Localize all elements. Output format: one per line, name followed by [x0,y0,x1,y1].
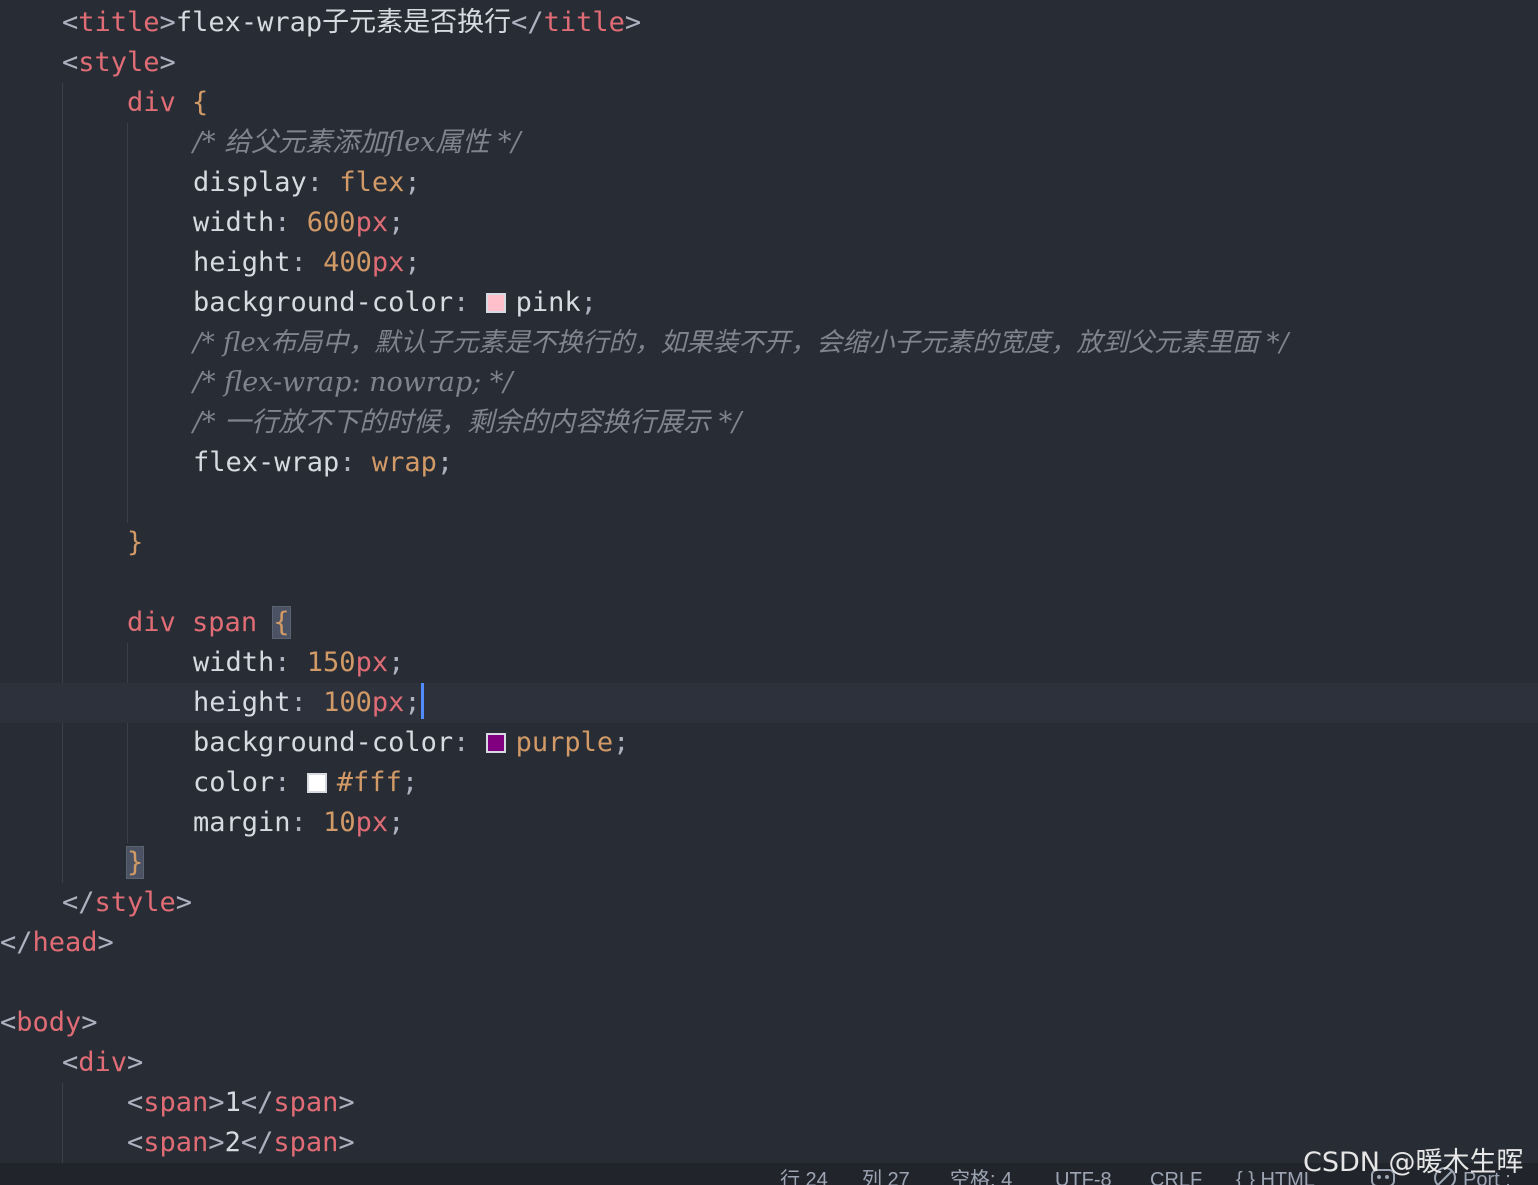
code-line[interactable]: background-color: purple; [0,723,1538,763]
css-unit: px [371,247,405,278]
css-selector: span [192,607,258,638]
code-line[interactable]: div span { [0,603,1538,643]
close-brace: } [127,527,144,558]
tag-name: title [78,7,160,38]
css-number: 10 [323,807,356,838]
code-line[interactable]: <div> [0,1043,1538,1083]
tag-name: span [273,1127,339,1158]
tag-name: head [32,927,98,958]
css-number: 100 [323,687,372,718]
css-unit: px [355,207,389,238]
tag-name: body [16,1007,82,1038]
code-line[interactable]: width: 600px; [0,203,1538,243]
code-line[interactable]: div { [0,83,1538,123]
css-value: pink [515,287,581,318]
code-line[interactable]: /* flex-wrap: nowrap; */ [0,363,1538,403]
tag-name: style [78,47,160,78]
css-number: 400 [323,247,372,278]
css-property: width [193,207,275,238]
code-line[interactable]: /* 给父元素添加flex属性 */ [0,123,1538,163]
status-column-number[interactable]: 列 27 [862,1163,910,1185]
css-selector: div [127,87,176,118]
css-unit: px [355,807,389,838]
tag-name: div [78,1047,128,1078]
tag-name: span [273,1087,339,1118]
tag-name: title [543,7,625,38]
code-editor[interactable]: <title>flex-wrap子元素是否换行</title> <style> … [0,0,1538,1163]
css-unit: px [355,647,389,678]
code-line[interactable]: width: 150px; [0,643,1538,683]
css-property: display [193,167,307,198]
code-comment: /* flex布局中，默认子元素是不换行的，如果装不开，会缩小子元素的宽度，放到… [193,328,1289,358]
css-property: background-color [193,727,454,758]
code-line[interactable]: margin: 10px; [0,803,1538,843]
tag-name: style [94,887,176,918]
css-number: 600 [306,207,356,238]
css-value: #fff [336,767,402,798]
code-line[interactable]: flex-wrap: wrap; [0,443,1538,483]
code-line[interactable]: } [0,843,1538,883]
code-line[interactable]: display: flex; [0,163,1538,203]
css-value: wrap [371,447,437,478]
open-brace-matched: { [272,606,291,639]
code-comment: /* flex-wrap: nowrap; */ [193,367,513,398]
css-property: background-color [193,287,454,318]
open-brace: { [192,87,209,118]
code-line[interactable]: /* flex布局中，默认子元素是不换行的，如果装不开，会缩小子元素的宽度，放到… [0,323,1538,363]
code-line[interactable]: background-color: pink; [0,283,1538,323]
css-property: color [193,767,275,798]
color-swatch-white[interactable] [306,773,327,793]
status-indent-spaces[interactable]: 空格: 4 [950,1163,1012,1185]
css-property: height [193,247,291,278]
code-line[interactable]: <span>1</span> [0,1083,1538,1123]
css-value: flex [339,167,405,198]
status-eol[interactable]: CRLF [1150,1163,1202,1185]
code-line[interactable]: <body> [0,1003,1538,1043]
css-property: height [193,687,291,718]
code-line[interactable]: height: 400px; [0,243,1538,283]
code-line-active[interactable]: height: 100px; [0,683,1538,723]
color-swatch-purple[interactable] [485,733,506,753]
code-line[interactable]: /* 一行放不下的时候，剩余的内容换行展示 */ [0,403,1538,443]
code-line[interactable]: <style> [0,43,1538,83]
css-unit: px [371,687,405,718]
code-comment: /* 一行放不下的时候，剩余的内容换行展示 */ [193,407,742,438]
css-number: 150 [306,647,356,678]
span-text: 1 [224,1087,241,1118]
watermark: CSDN @暖木生晖 [1303,1147,1524,1178]
css-property: flex-wrap [193,447,340,478]
status-line-number[interactable]: 行 24 [780,1163,828,1185]
title-text: flex-wrap子元素是否换行 [175,7,512,38]
code-line[interactable]: } [0,523,1538,563]
text-cursor [420,683,424,719]
code-line[interactable]: color: #fff; [0,763,1538,803]
css-selector: div [127,607,176,638]
status-encoding[interactable]: UTF-8 [1055,1163,1112,1185]
code-line[interactable]: <title>flex-wrap子元素是否换行</title> [0,3,1538,43]
color-swatch-pink[interactable] [485,293,506,313]
css-property: width [193,647,275,678]
code-line[interactable]: </head> [0,923,1538,963]
tag-name: span [143,1127,209,1158]
css-property: margin [193,807,291,838]
code-comment: /* 给父元素添加flex属性 */ [193,127,521,158]
span-text: 2 [224,1127,241,1158]
tag-name: span [143,1087,209,1118]
code-line[interactable]: </style> [0,883,1538,923]
css-value: purple [515,727,614,758]
close-brace-matched: } [125,846,145,879]
